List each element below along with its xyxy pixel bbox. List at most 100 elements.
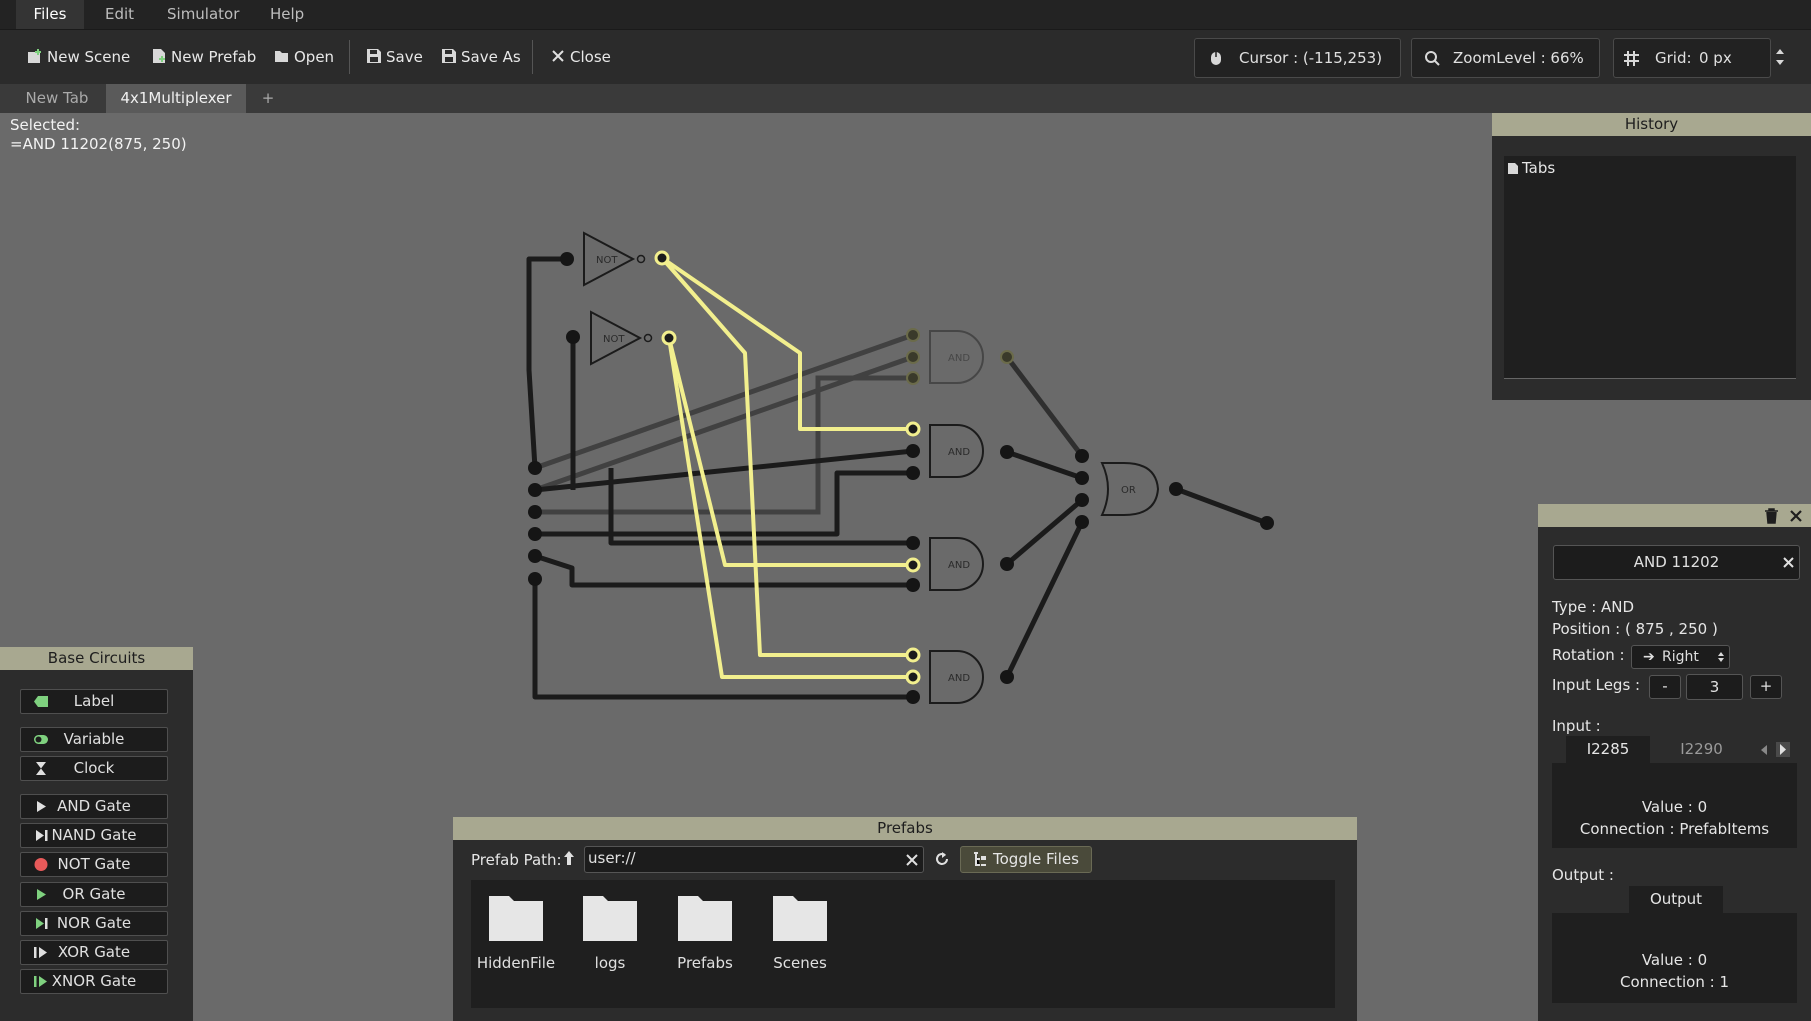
and-gate[interactable]: AND [929,650,984,704]
folder-logs[interactable]: logs [565,892,655,972]
or-gate[interactable]: OR [1100,462,1160,516]
record-icon [34,858,48,871]
nand-gate-button-text: NAND Gate [51,826,137,844]
and-gate-label: AND [948,560,970,571]
dim-or-wire [1005,355,1084,458]
xnor-gate-button-text: XNOR Gate [51,972,137,990]
prefabs-panel: Prefabs Prefab Path: user:// Toggle File… [453,817,1357,1021]
input-legs-label: Input Legs : [1552,676,1641,694]
history-root-item[interactable]: Tabs [1522,159,1555,177]
type-text: Type : AND [1552,598,1635,616]
output-tab[interactable]: Output [1629,886,1723,913]
history-tree[interactable]: Tabs [1504,156,1796,379]
and-gate-label: AND [948,673,970,684]
tab-next-icon[interactable] [1776,742,1790,757]
xnor-gate-button[interactable]: XNOR Gate [20,969,168,994]
label-button-text: Label [73,692,115,710]
input-connection-text: Connection : PrefabItems [1579,820,1770,838]
or-gate-button-text: OR Gate [62,885,126,903]
position-text: Position : ( 875 , 250 ) [1552,620,1718,638]
not-gate[interactable]: NOT [590,310,653,366]
and-gate-dim[interactable]: AND [929,330,984,384]
prefab-path-label: Prefab Path: [471,851,562,869]
select-arrows-icon [1718,652,1724,662]
not-gate-button[interactable]: NOT Gate [20,852,168,877]
input-value-text: Value : 0 [1641,798,1708,816]
folder-label: Prefabs [677,954,733,972]
not-gate[interactable]: NOT [583,231,646,287]
and-gate-button[interactable]: AND Gate [20,794,168,819]
or-gate-label: OR [1121,485,1136,496]
play-green-icon [37,889,46,900]
legs-value-input[interactable]: 3 [1686,674,1743,700]
active-pins [654,250,921,685]
nor-gate-button-text: NOR Gate [56,914,132,932]
clock-button-text: Clock [73,759,115,777]
output-detail: Value : 0 Connection : 1 [1552,913,1797,1003]
xor-gate-button-text: XOR Gate [57,943,131,961]
label-button[interactable]: Label [20,689,168,714]
folder-scenes[interactable]: Scenes [755,892,845,972]
hourglass-icon [36,762,46,775]
nand-gate-button[interactable]: NAND Gate [20,823,168,848]
rotation-select[interactable]: ➔ Right [1631,645,1730,669]
folder-label: Scenes [773,954,827,972]
properties-panel: AND 11202 Type : AND Position : ( 875 , … [1538,504,1811,1021]
folder-icon [489,896,543,941]
label-icon [34,696,48,707]
play-icon [37,801,46,812]
properties-header [1538,504,1811,527]
arrow-up-icon[interactable] [563,850,575,866]
nor-icon [36,918,48,929]
and-gate-label: AND [948,353,970,364]
tab-prev-icon[interactable] [1759,744,1769,756]
refresh-icon[interactable] [933,850,951,868]
file-tree-icon [974,852,986,866]
folder-icon [678,896,732,941]
clear-name-icon[interactable] [1782,556,1795,569]
nor-gate-button[interactable]: NOR Gate [20,911,168,936]
history-title: History [1492,113,1811,136]
prefab-path-input[interactable]: user:// [584,846,924,873]
close-panel-icon[interactable] [1789,509,1803,523]
folder-prefabs[interactable]: Prefabs [660,892,750,972]
prefab-path-value: user:// [588,849,636,867]
or-gate-button[interactable]: OR Gate [20,882,168,907]
variable-button[interactable]: Variable [20,727,168,752]
not-gate-label: NOT [596,255,618,266]
not-gate-label: NOT [603,334,625,345]
input-detail: Value : 0 Connection : PrefabItems [1552,763,1797,848]
folder-label: HiddenFile [476,954,556,972]
folder-icon [583,896,637,941]
rotation-label: Rotation : [1552,646,1625,664]
xor-icon [34,947,47,958]
input-tab-i2285[interactable]: I2285 [1566,736,1650,763]
xnor-icon [34,976,47,987]
and-gate[interactable]: AND [929,537,984,591]
active-wires [660,256,913,679]
legs-decrease-button[interactable]: - [1649,675,1681,699]
output-value-text: Value : 0 [1641,951,1708,969]
folder-hiddenfile[interactable]: HiddenFile [471,892,561,972]
component-name: AND 11202 [1633,553,1720,571]
base-circuits-title: Base Circuits [0,647,193,670]
not-gate-button-text: NOT Gate [57,855,131,873]
legs-increase-button[interactable]: + [1750,675,1782,699]
trash-icon[interactable] [1764,508,1779,524]
variable-button-text: Variable [63,730,125,748]
clock-button[interactable]: Clock [20,756,168,781]
folder-icon [773,896,827,941]
and-gate[interactable]: AND [929,424,984,478]
history-panel: History Tabs [1492,113,1811,400]
and-gate-button-text: AND Gate [57,797,131,815]
prefabs-title: Prefabs [453,817,1357,840]
toggle-icon [34,735,48,744]
input-tab-i2290[interactable]: I2290 [1664,736,1739,763]
component-name-input[interactable]: AND 11202 [1553,545,1800,580]
xor-gate-button[interactable]: XOR Gate [20,940,168,965]
arrow-right-icon: ➔ [1643,649,1655,665]
prefab-file-grid: HiddenFile logs Prefabs Scenes [471,880,1335,1008]
toggle-files-button[interactable]: Toggle Files [960,846,1092,873]
document-icon [1508,163,1518,174]
clear-icon[interactable] [905,853,919,867]
